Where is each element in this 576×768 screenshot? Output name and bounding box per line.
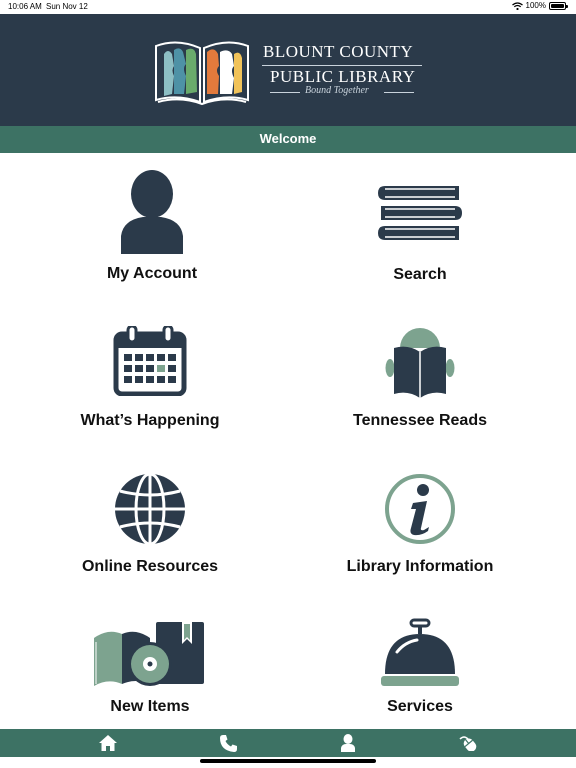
books-stack-icon (378, 186, 462, 240)
battery-icon (549, 1, 568, 10)
status-bar: 10:06 AM Sun Nov 12 100% (0, 0, 576, 14)
tile-label: Online Resources (81, 558, 219, 575)
globe-icon (115, 472, 185, 546)
tab-online[interactable] (396, 729, 540, 757)
tile-new-items[interactable]: New Items (6, 618, 294, 722)
tile-label: Library Information (346, 558, 494, 575)
reader-icon (385, 328, 455, 398)
mouse-icon (459, 736, 477, 751)
tile-label: Services (387, 698, 453, 715)
phone-icon (219, 734, 237, 752)
tile-whats-happening[interactable]: What’s Happening (6, 326, 294, 436)
tile-library-information[interactable]: Library Information (276, 472, 564, 582)
logo-divider-left (270, 92, 300, 93)
logo-title-line1: BLOUNT COUNTY (263, 42, 414, 61)
logo-tagline: Bound Together (305, 85, 369, 96)
tile-online-resources[interactable]: Online Resources (6, 472, 294, 582)
media-icon (94, 622, 204, 686)
person-icon (121, 170, 183, 254)
tile-label: My Account (106, 265, 198, 282)
library-logo-icon (155, 41, 249, 106)
tile-label: New Items (110, 698, 190, 715)
tile-label: Tennessee Reads (353, 412, 487, 429)
status-date: Sun Nov 12 (46, 2, 88, 11)
calendar-icon (113, 326, 187, 396)
tile-services[interactable]: Services (276, 618, 564, 722)
tile-my-account[interactable]: My Account (8, 170, 296, 290)
tile-label: What’s Happening (80, 412, 220, 429)
app-header: BLOUNT COUNTY PUBLIC LIBRARY Bound Toget… (0, 14, 576, 126)
tile-search[interactable]: Search (276, 182, 564, 292)
home-icon (99, 735, 117, 751)
status-time: 10:06 AM (8, 2, 42, 11)
battery-percent: 100% (525, 1, 546, 10)
tile-tennessee-reads[interactable]: Tennessee Reads (276, 326, 564, 436)
info-icon (385, 474, 455, 544)
logo-divider-right (384, 92, 414, 93)
status-indicators: 100% (511, 1, 568, 10)
tile-label: Search (393, 266, 447, 283)
bottom-tab-bar (0, 729, 576, 757)
logo-title-line2: PUBLIC LIBRARY (270, 67, 416, 86)
logo-divider (262, 65, 422, 66)
user-icon (341, 734, 355, 752)
service-bell-icon (381, 618, 459, 686)
welcome-banner: Welcome (0, 126, 576, 153)
home-indicator[interactable] (200, 759, 376, 763)
wifi-icon (511, 1, 523, 10)
